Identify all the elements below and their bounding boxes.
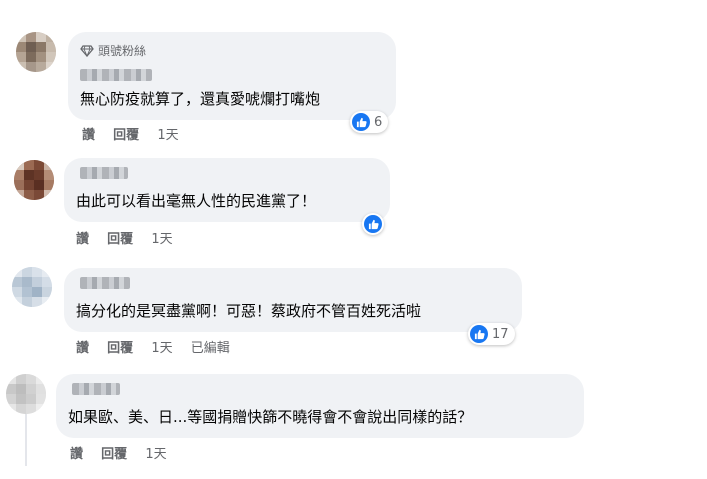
comment-actions: 讚 回覆 1天 (82, 124, 193, 143)
like-action[interactable]: 讚 (82, 124, 95, 143)
edited-label[interactable]: 已編輯 (191, 337, 230, 356)
reply-action[interactable]: 回覆 (107, 337, 133, 356)
like-thumb-icon (352, 113, 370, 131)
comment-text: 無心防疫就算了，還真愛唬爛打嘴炮 (80, 90, 321, 108)
timestamp[interactable]: 1天 (145, 443, 166, 462)
like-action[interactable]: 讚 (70, 443, 83, 462)
commenter-name-blurred[interactable] (80, 167, 128, 179)
comment-actions: 讚 回覆 1天 (76, 228, 187, 247)
comment-text: 如果歐、美、日...等國捐贈快篩不曉得會不會說出同樣的話？ (68, 408, 473, 426)
comment-actions: 讚 回覆 1天 已編輯 (76, 337, 244, 356)
reaction-count-value: 6 (374, 114, 383, 130)
reply-action[interactable]: 回覆 (113, 124, 139, 143)
comment-bubble: 由此可以看出毫無人性的民進黨了！ (64, 158, 390, 222)
comment-bubble: 搞分化的是冥盡黨啊！可惡！蔡政府不管百姓死活啦 (64, 268, 522, 332)
reaction-count[interactable]: 6 (350, 111, 389, 133)
reply-action[interactable]: 回覆 (101, 443, 127, 462)
comment-text: 搞分化的是冥盡黨啊！可惡！蔡政府不管百姓死活啦 (76, 302, 422, 320)
badge-label: 頭號粉絲 (98, 44, 147, 58)
comment-bubble: 頭號粉絲 無心防疫就算了，還真愛唬爛打嘴炮 (68, 32, 396, 120)
avatar[interactable] (12, 267, 52, 307)
commenter-name-blurred[interactable] (80, 69, 152, 81)
like-action[interactable]: 讚 (76, 337, 89, 356)
like-action[interactable]: 讚 (76, 228, 89, 247)
reaction-count[interactable]: 17 (468, 323, 515, 345)
like-thumb-icon (470, 325, 488, 343)
reaction-count[interactable] (362, 213, 384, 235)
comment-actions: 讚 回覆 1天 (70, 443, 181, 462)
thread-line (25, 414, 27, 466)
commenter-name-blurred[interactable] (80, 277, 130, 289)
avatar[interactable] (6, 374, 46, 414)
timestamp[interactable]: 1天 (151, 228, 172, 247)
comment-bubble: 如果歐、美、日...等國捐贈快篩不曉得會不會說出同樣的話？ (56, 374, 584, 438)
timestamp[interactable]: 1天 (151, 337, 172, 356)
timestamp[interactable]: 1天 (157, 124, 178, 143)
top-fan-badge: 頭號粉絲 (80, 42, 146, 59)
avatar[interactable] (16, 32, 56, 72)
like-thumb-icon (364, 215, 382, 233)
diamond-icon (80, 44, 94, 57)
comment-text: 由此可以看出毫無人性的民進黨了！ (76, 192, 317, 210)
reply-action[interactable]: 回覆 (107, 228, 133, 247)
avatar[interactable] (14, 160, 54, 200)
commenter-name-blurred[interactable] (72, 383, 120, 395)
reaction-count-value: 17 (492, 326, 509, 342)
